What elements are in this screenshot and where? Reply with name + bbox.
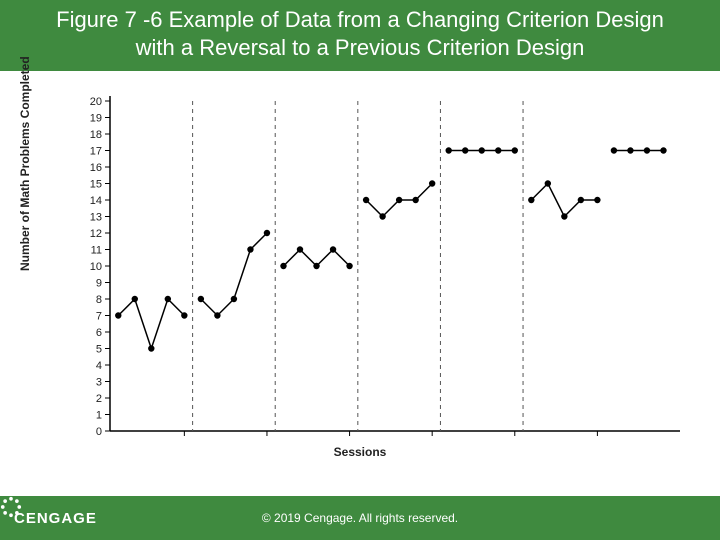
svg-text:5: 5 [96, 344, 102, 356]
figure-title: Figure 7 -6 Example of Data from a Chang… [0, 0, 720, 71]
svg-text:4: 4 [96, 360, 102, 372]
x-axis-label: Sessions [0, 445, 720, 459]
chart-container: Number of Math Problems Completed 012345… [0, 71, 720, 471]
svg-text:17: 17 [90, 146, 102, 158]
svg-text:11: 11 [91, 245, 102, 257]
svg-text:7: 7 [96, 311, 102, 323]
svg-text:6: 6 [96, 327, 102, 339]
svg-text:20: 20 [90, 96, 102, 108]
svg-text:18: 18 [90, 129, 102, 141]
svg-text:10: 10 [90, 261, 102, 273]
svg-text:15: 15 [90, 179, 102, 191]
footer-bar: CENGAGE © 2019 Cengage. All rights reser… [0, 496, 720, 540]
svg-text:3: 3 [96, 377, 102, 389]
svg-text:12: 12 [90, 228, 102, 240]
svg-text:2: 2 [96, 393, 102, 405]
chart-plot: 01234567891011121314151617181920 [0, 71, 720, 471]
copyright-text: © 2019 Cengage. All rights reserved. [0, 511, 720, 525]
svg-text:14: 14 [90, 195, 102, 207]
svg-text:19: 19 [90, 113, 102, 125]
svg-text:9: 9 [96, 278, 102, 290]
svg-text:16: 16 [90, 162, 102, 174]
svg-text:13: 13 [90, 212, 102, 224]
svg-text:8: 8 [96, 294, 102, 306]
svg-text:0: 0 [96, 426, 102, 438]
svg-text:1: 1 [96, 410, 102, 422]
